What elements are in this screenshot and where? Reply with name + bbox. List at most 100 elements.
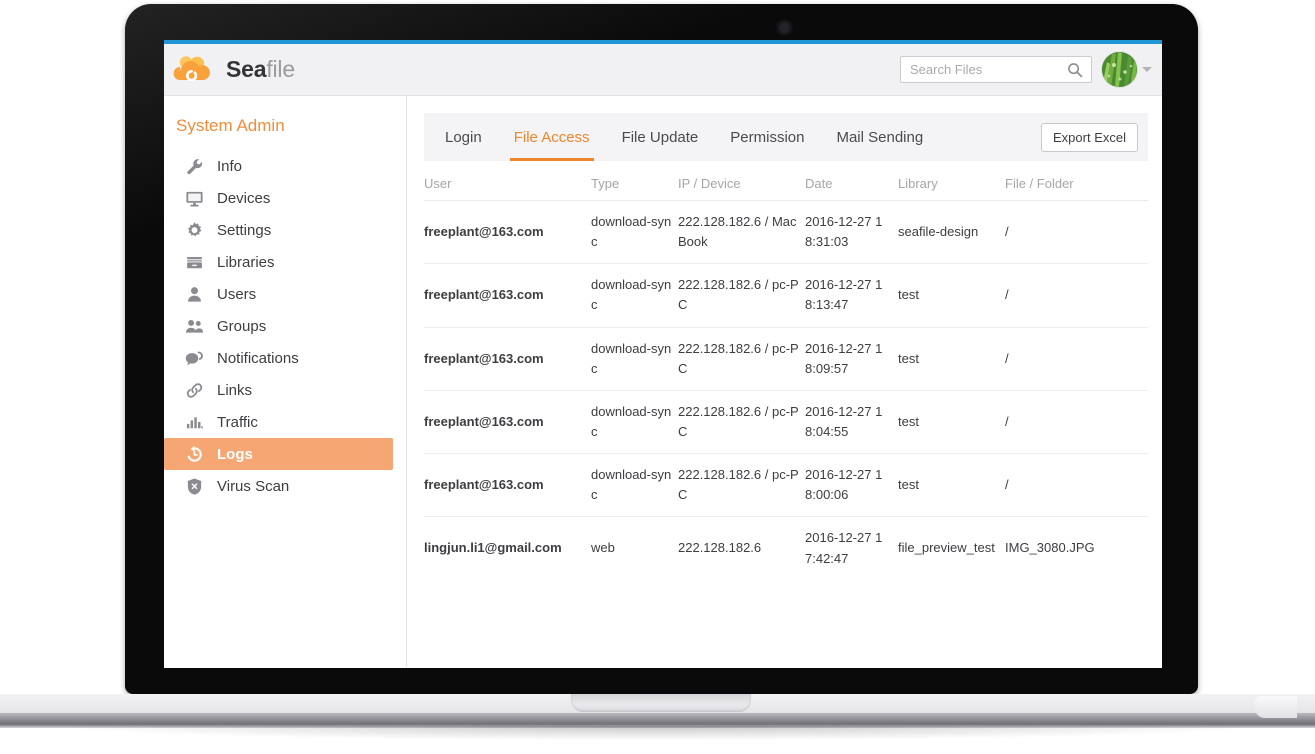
column-header-date[interactable]: Date bbox=[805, 161, 898, 201]
cell-date: 2016-12-27 18:00:06 bbox=[805, 454, 898, 517]
cell-file: / bbox=[1005, 327, 1148, 390]
cell-date: 2016-12-27 18:04:55 bbox=[805, 390, 898, 453]
header-right-group bbox=[900, 52, 1156, 87]
cell-ip-device: 222.128.182.6 / MacBook bbox=[678, 201, 805, 264]
sidebar-item-devices[interactable]: Devices bbox=[164, 182, 393, 214]
cell-user[interactable]: lingjun.li1@gmail.com bbox=[424, 517, 591, 580]
seafile-logo[interactable]: Seafile bbox=[173, 55, 295, 85]
logo-wordmark: Seafile bbox=[226, 56, 295, 83]
user-icon bbox=[184, 284, 204, 304]
sidebar-item-label: Virus Scan bbox=[217, 478, 289, 495]
cell-type: download-sync bbox=[591, 390, 678, 453]
cell-file: / bbox=[1005, 264, 1148, 327]
cell-type: download-sync bbox=[591, 264, 678, 327]
column-header-ip-device[interactable]: IP / Device bbox=[678, 161, 805, 201]
sidebar-item-label: Notifications bbox=[217, 350, 299, 367]
chevron-down-icon[interactable] bbox=[1142, 67, 1152, 72]
monitor-icon bbox=[184, 188, 204, 208]
column-header-file-folder[interactable]: File / Folder bbox=[1005, 161, 1148, 201]
sidebar-item-libraries[interactable]: Libraries bbox=[164, 246, 393, 278]
column-header-library[interactable]: Library bbox=[898, 161, 1005, 201]
table-row[interactable]: freeplant@163.com download-sync 222.128.… bbox=[424, 264, 1148, 327]
speech-bubble-icon bbox=[184, 348, 204, 368]
gear-icon bbox=[184, 220, 204, 240]
cell-date: 2016-12-27 18:09:57 bbox=[805, 327, 898, 390]
sidebar-item-label: Links bbox=[217, 382, 252, 399]
tab-file-access[interactable]: File Access bbox=[498, 113, 606, 161]
file-cabinet-icon bbox=[184, 252, 204, 272]
table-row[interactable]: freeplant@163.com download-sync 222.128.… bbox=[424, 327, 1148, 390]
sidebar: System Admin Info Devices bbox=[164, 96, 407, 667]
link-chain-icon bbox=[184, 380, 204, 400]
cell-ip-device: 222.128.182.6 / pc-PC bbox=[678, 264, 805, 327]
cell-type: download-sync bbox=[591, 327, 678, 390]
history-clock-icon bbox=[184, 444, 204, 464]
table-row[interactable]: lingjun.li1@gmail.com web 222.128.182.6 … bbox=[424, 517, 1148, 580]
cell-date: 2016-12-27 18:31:03 bbox=[805, 201, 898, 264]
logo-text-bold: Sea bbox=[226, 56, 266, 82]
cell-file: / bbox=[1005, 390, 1148, 453]
file-access-log-table: User Type IP / Device Date Library File … bbox=[424, 161, 1148, 580]
sidebar-item-label: Libraries bbox=[217, 254, 275, 271]
sidebar-item-traffic[interactable]: Traffic bbox=[164, 406, 393, 438]
sidebar-item-label: Devices bbox=[217, 190, 270, 207]
table-row[interactable]: freeplant@163.com download-sync 222.128.… bbox=[424, 201, 1148, 264]
column-header-user[interactable]: User bbox=[424, 161, 591, 201]
avatar[interactable] bbox=[1102, 52, 1137, 87]
tab-login[interactable]: Login bbox=[424, 113, 498, 161]
cloud-logo-icon bbox=[173, 55, 217, 85]
cell-user[interactable]: freeplant@163.com bbox=[424, 264, 591, 327]
sidebar-item-label: Traffic bbox=[217, 414, 258, 431]
shield-x-icon bbox=[184, 476, 204, 496]
cell-type: download-sync bbox=[591, 454, 678, 517]
cell-user[interactable]: freeplant@163.com bbox=[424, 454, 591, 517]
sidebar-item-label: Settings bbox=[217, 222, 271, 239]
export-excel-button[interactable]: Export Excel bbox=[1041, 123, 1138, 152]
sidebar-item-users[interactable]: Users bbox=[164, 278, 393, 310]
cell-user[interactable]: freeplant@163.com bbox=[424, 327, 591, 390]
cell-date: 2016-12-27 18:13:47 bbox=[805, 264, 898, 327]
cell-file: / bbox=[1005, 454, 1148, 517]
sidebar-item-logs[interactable]: Logs bbox=[164, 438, 393, 470]
cell-library: test bbox=[898, 327, 1005, 390]
cell-user[interactable]: freeplant@163.com bbox=[424, 390, 591, 453]
cell-ip-device: 222.128.182.6 / pc-PC bbox=[678, 327, 805, 390]
cell-ip-device: 222.128.182.6 / pc-PC bbox=[678, 454, 805, 517]
bar-chart-icon bbox=[184, 412, 204, 432]
sidebar-item-virus-scan[interactable]: Virus Scan bbox=[164, 470, 393, 502]
app-header: Seafile bbox=[164, 44, 1162, 96]
cell-library: seafile-design bbox=[898, 201, 1005, 264]
cell-file: IMG_3080.JPG bbox=[1005, 517, 1148, 580]
sidebar-item-groups[interactable]: Groups bbox=[164, 310, 393, 342]
sidebar-item-settings[interactable]: Settings bbox=[164, 214, 393, 246]
sidebar-item-label: Info bbox=[217, 158, 242, 175]
tab-file-update[interactable]: File Update bbox=[606, 113, 715, 161]
laptop-drop-shadow bbox=[60, 726, 1255, 740]
laptop-base-notch bbox=[571, 694, 751, 712]
search-box[interactable] bbox=[900, 56, 1092, 83]
cell-type: web bbox=[591, 517, 678, 580]
tab-mail-sending[interactable]: Mail Sending bbox=[820, 113, 939, 161]
tab-permission[interactable]: Permission bbox=[714, 113, 820, 161]
table-header-row: User Type IP / Device Date Library File … bbox=[424, 161, 1148, 201]
column-header-type[interactable]: Type bbox=[591, 161, 678, 201]
cell-library: file_preview_test bbox=[898, 517, 1005, 580]
search-icon[interactable] bbox=[1067, 62, 1083, 78]
cell-ip-device: 222.128.182.6 / pc-PC bbox=[678, 390, 805, 453]
table-row[interactable]: freeplant@163.com download-sync 222.128.… bbox=[424, 390, 1148, 453]
sidebar-item-info[interactable]: Info bbox=[164, 150, 393, 182]
cell-user[interactable]: freeplant@163.com bbox=[424, 201, 591, 264]
wrench-icon bbox=[184, 156, 204, 176]
user-menu[interactable] bbox=[1102, 52, 1156, 87]
table-row[interactable]: freeplant@163.com download-sync 222.128.… bbox=[424, 454, 1148, 517]
search-input[interactable] bbox=[901, 57, 1056, 82]
sidebar-item-label: Logs bbox=[217, 446, 253, 463]
webcam-icon bbox=[780, 23, 789, 32]
logo-text-light: file bbox=[266, 56, 295, 82]
users-group-icon bbox=[184, 316, 204, 336]
app-body: System Admin Info Devices bbox=[164, 96, 1162, 667]
sidebar-item-notifications[interactable]: Notifications bbox=[164, 342, 393, 374]
screen-content: Seafile bbox=[164, 40, 1162, 668]
sidebar-item-links[interactable]: Links bbox=[164, 374, 393, 406]
cell-library: test bbox=[898, 390, 1005, 453]
